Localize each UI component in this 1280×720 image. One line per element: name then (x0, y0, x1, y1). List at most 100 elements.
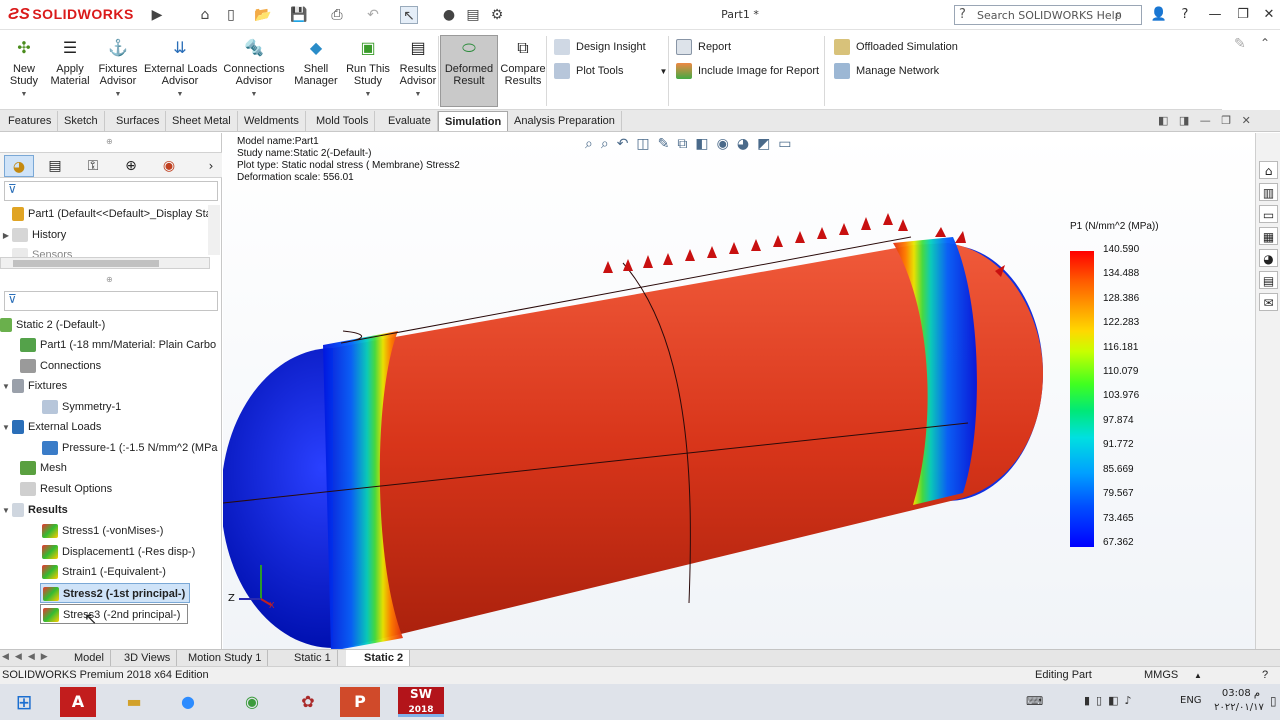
tree-item-results[interactable]: ▼ Results (0, 500, 222, 520)
options-gear-icon[interactable]: ⚙ (488, 6, 506, 24)
tab-mold-tools[interactable]: Mold Tools (310, 111, 376, 131)
collapse-ribbon-icon[interactable]: ⌃ (1260, 36, 1270, 50)
windows-start-icon[interactable]: ⊞ (2, 687, 46, 717)
zoom-icon[interactable]: ● (166, 687, 210, 717)
tree-item-part-material[interactable]: Part1 (-18 mm/Material: Plain Carbo (0, 335, 222, 355)
tree-item-result-options[interactable]: Result Options (0, 479, 222, 499)
file-explorer-taskbar-icon[interactable]: ▬ (112, 687, 156, 717)
select-cursor-icon[interactable]: ↖ (400, 6, 418, 24)
new-document-icon[interactable]: ▯ (222, 6, 240, 24)
search-help-input[interactable]: ? Search SOLIDWORKS Help ⌕ (954, 5, 1142, 25)
panel-tabs-next-icon[interactable]: › (196, 155, 226, 177)
tab-weldments[interactable]: Weldments (238, 111, 306, 131)
user-icon[interactable]: 👤 (1148, 5, 1170, 25)
solidworks-resources-icon[interactable]: ⌂ (1259, 161, 1278, 179)
vertical-scrollbar[interactable] (208, 205, 220, 255)
tray-keyboard-icon[interactable]: ⌨ (1026, 694, 1043, 708)
tree-study-static2[interactable]: Static 2 (-Default-) (0, 315, 222, 335)
apply-material-button[interactable]: ☰ Apply Material (48, 36, 92, 108)
restore-button[interactable]: ❐ (1232, 5, 1254, 25)
feature-manager-tab-icon[interactable]: ◕ (4, 155, 34, 177)
tree-item-symmetry[interactable]: Symmetry-1 (0, 397, 222, 417)
design-library-icon[interactable]: ▥ (1259, 183, 1278, 201)
property-manager-tab-icon[interactable]: ▤ (40, 155, 70, 177)
design-insight-button[interactable]: Design Insight (554, 38, 646, 56)
tree-item-displacement1[interactable]: Displacement1 (-Res disp-) (0, 542, 222, 562)
clock-time[interactable]: 03:08 م (1216, 688, 1266, 699)
scrollbar-thumb[interactable] (13, 260, 159, 267)
forum-icon[interactable]: ✉ (1259, 293, 1278, 311)
minimize-button[interactable]: — (1204, 5, 1226, 25)
tab-sheet-metal[interactable]: Sheet Metal (166, 111, 238, 131)
splitter-handle-icon[interactable]: ⊕ (106, 275, 113, 284)
filter-input[interactable]: ⊽ (4, 181, 218, 201)
open-folder-icon[interactable]: 📂 (254, 6, 272, 24)
tab-model[interactable]: Model (68, 650, 111, 666)
tree-item-connections[interactable]: Connections (0, 356, 222, 376)
run-study-button[interactable]: ▣ Run This Study ▼ (346, 36, 390, 108)
close-button[interactable]: ✕ (1258, 5, 1280, 25)
connections-advisor-button[interactable]: 🔩 Connections Advisor ▼ (222, 36, 286, 108)
pin-icon[interactable]: ✎ (1234, 36, 1246, 52)
tab-simulation[interactable]: Simulation (438, 111, 509, 131)
view-palette-icon[interactable]: ▦ (1259, 227, 1278, 245)
tree-item-strain1[interactable]: Strain1 (-Equivalent-) (0, 562, 222, 582)
fixtures-advisor-button[interactable]: ⚓ Fixtures Advisor ▼ (96, 36, 140, 108)
tab-static2[interactable]: Static 2 (346, 650, 411, 666)
configuration-manager-tab-icon[interactable]: ⚿ (78, 155, 108, 177)
shell-manager-button[interactable]: ◆ Shell Manager (292, 36, 340, 108)
tree-item-external-loads[interactable]: ▼ External Loads (0, 417, 222, 437)
tab-features[interactable]: Features (2, 111, 59, 131)
display-manager-tab-icon[interactable]: ◉ (154, 155, 184, 177)
appearances-icon[interactable]: ◕ (1259, 249, 1278, 267)
external-loads-advisor-button[interactable]: ⇊ External Loads Advisor ▼ (144, 36, 217, 108)
tree-item-stress2[interactable]: Stress2 (-1st principal-) (40, 583, 190, 603)
powerpoint-icon[interactable]: P (340, 687, 380, 717)
tree-item-history[interactable]: ▶ History (0, 225, 222, 245)
language-indicator[interactable]: ENG (1180, 695, 1202, 706)
search-icon[interactable]: ⌕ (1115, 7, 1122, 22)
tab-3d-views[interactable]: 3D Views (118, 650, 178, 666)
file-explorer-icon[interactable]: ▭ (1259, 205, 1278, 223)
dimxpert-tab-icon[interactable]: ⊕ (116, 155, 146, 177)
expand-menu-icon[interactable]: ▶ (148, 6, 166, 24)
custom-properties-icon[interactable]: ▤ (1259, 271, 1278, 289)
new-study-button[interactable]: ✣ New Study ▼ (6, 36, 42, 108)
pressure-vessel-model[interactable] (223, 133, 1255, 649)
results-advisor-button[interactable]: ▤ Results Advisor ▼ (396, 36, 440, 108)
acrobat-icon[interactable]: A (60, 687, 96, 717)
tray-icons[interactable]: ▮▯◧♪ (1084, 694, 1138, 707)
clock-date[interactable]: ٢٠٢٢/٠١/١٧ (1212, 702, 1266, 713)
deformed-result-button[interactable]: ⬭ Deformed Result (440, 35, 498, 107)
collapse-icon[interactable]: ▼ (0, 418, 12, 437)
tree-item-part[interactable]: Part1 (Default<<Default>_Display Sta (0, 204, 222, 224)
tree-item-mesh[interactable]: Mesh (0, 458, 222, 478)
notifications-icon[interactable]: ▯ (1270, 694, 1277, 708)
tree-item-sensors[interactable]: Sensors (0, 245, 222, 257)
file-properties-icon[interactable]: ▤ (464, 6, 482, 24)
save-icon[interactable]: 💾 (290, 6, 308, 24)
solidworks-logo[interactable]: ƧS SOLIDWORKS (8, 6, 134, 24)
panel-control-icons[interactable]: ◧ ◨ — ❐ ✕ (1158, 114, 1251, 127)
tree-item-stress3[interactable]: Stress3 (-2nd principal-) (40, 604, 188, 624)
tab-scroll-icons[interactable]: ◀◀◀▶ (2, 652, 54, 662)
include-image-button[interactable]: Include Image for Report (676, 62, 819, 80)
horizontal-scrollbar[interactable] (0, 257, 210, 269)
tab-motion-study[interactable]: Motion Study 1 (182, 650, 269, 666)
collapse-icon[interactable]: ▼ (0, 377, 12, 396)
tab-evaluate[interactable]: Evaluate (382, 111, 438, 131)
tree-item-pressure[interactable]: Pressure-1 (:-1.5 N/mm^2 (MPa (0, 438, 222, 458)
status-help-icon[interactable]: ? (1262, 667, 1268, 684)
report-button[interactable]: Report (676, 38, 731, 56)
collapse-icon[interactable]: ▼ (0, 501, 12, 520)
print-icon[interactable]: ⎙ (328, 6, 346, 24)
help-menu-icon[interactable]: ? (1174, 5, 1196, 25)
units-selector[interactable]: MMGS (1144, 667, 1178, 684)
manage-network-button[interactable]: Manage Network (834, 62, 939, 80)
undo-icon[interactable]: ↶ (364, 6, 382, 24)
tab-analysis-preparation[interactable]: Analysis Preparation (508, 111, 622, 131)
tab-surfaces[interactable]: Surfaces (110, 111, 167, 131)
compare-results-button[interactable]: ⧉ Compare Results (500, 36, 546, 108)
chrome-icon[interactable]: ◉ (230, 687, 274, 717)
solidworks-taskbar-icon[interactable]: SW 2018 (398, 687, 444, 717)
